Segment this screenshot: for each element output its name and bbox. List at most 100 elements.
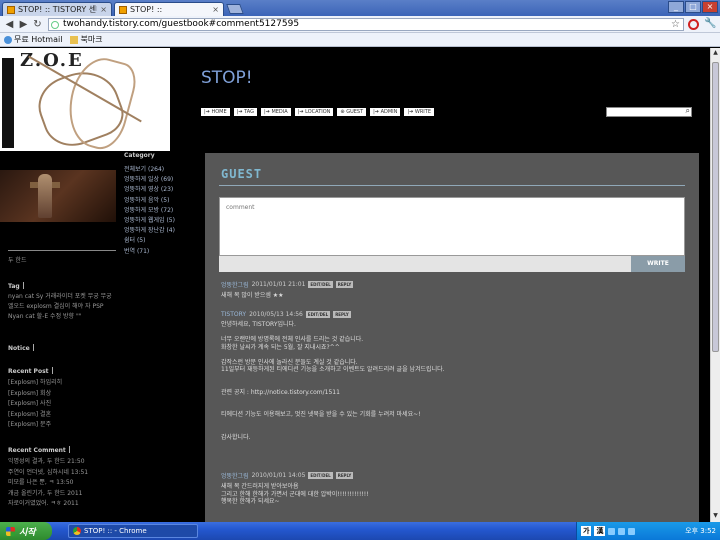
menu-location[interactable]: |➔ LOCATION	[294, 108, 334, 116]
maximize-icon[interactable]: □	[685, 1, 701, 13]
category-item[interactable]: 엉뚱하게 웹게임 (5)	[124, 216, 175, 226]
category-item[interactable]: 쉼터 (5)	[124, 236, 175, 246]
ime-indicator[interactable]: 가	[581, 526, 592, 536]
entry-date: 2010/05/13 14:56	[249, 311, 303, 318]
clock: 오후 3:52	[685, 527, 716, 535]
comment-input[interactable]	[220, 198, 684, 255]
edit-del-button[interactable]: EDIT/DEL	[308, 472, 333, 479]
recent-post-item[interactable]: [Explosm] 결혼	[8, 410, 62, 421]
reply-button[interactable]: REPLY	[335, 281, 354, 288]
recent-post-item[interactable]: [Explosm] 문주	[8, 420, 62, 431]
recent-comment-item[interactable]: 개금 올린기가, 두 한드 2011	[8, 489, 88, 500]
category-item[interactable]: 번역 (71)	[124, 247, 175, 257]
security-icon[interactable]	[628, 527, 636, 535]
windows-flag-icon	[6, 526, 15, 536]
start-label: 시작	[19, 527, 36, 538]
entry-date: 2010/01/01 14:05	[251, 472, 306, 479]
menu-tag[interactable]: |➔ TAG	[233, 108, 257, 116]
scrollbar-thumb[interactable]	[712, 62, 719, 352]
menu-guest[interactable]: ⊕ GUEST	[337, 108, 367, 116]
recent-post-title: Recent Post	[8, 367, 53, 375]
chrome-icon	[73, 527, 81, 535]
hotmail-icon	[4, 35, 12, 44]
entry-author[interactable]: 엉뚱한그림	[221, 280, 249, 289]
new-tab-button[interactable]	[226, 4, 244, 14]
category-item[interactable]: 엉뚱하게 모방 (72)	[124, 206, 175, 216]
sidebar-divider-label: 두 한드	[8, 257, 27, 264]
category-item[interactable]: 엉뚱하게 일상 (69)	[124, 175, 175, 185]
entry-author[interactable]: 엉뚱한그림	[221, 471, 249, 480]
scroll-up-icon[interactable]: ▲	[712, 49, 719, 58]
menu-label: ADMIN	[380, 109, 398, 115]
scroll-down-icon[interactable]: ▼	[712, 512, 719, 521]
menu-home[interactable]: |➔ HOME	[201, 108, 230, 116]
header-artwork: Z.O.E	[0, 48, 170, 151]
tab-stop[interactable]: STOP! :: ×	[114, 2, 224, 16]
artwork-side-strip	[2, 58, 14, 148]
tab-label: STOP! ::	[130, 5, 163, 14]
ime-hanja-indicator[interactable]: 漢	[594, 526, 606, 536]
recent-comment-item[interactable]: 미모를 나은 뿐, ㅋ 13:50	[8, 478, 88, 489]
menu-admin[interactable]: |➔ ADMIN	[370, 108, 401, 116]
category-list: 전체보기 (264) 엉뚱하게 일상 (69) 엉뚱하게 영상 (23) 엉뚱하…	[124, 165, 175, 257]
bookmarks-bar: 무료 Hotmail 북마크	[0, 33, 720, 47]
browser-titlebar: STOP! :: TISTORY 센터 × STOP! :: × _ □ ×	[0, 0, 720, 16]
close-tab-icon[interactable]: ×	[100, 5, 107, 14]
minimize-icon[interactable]: _	[668, 1, 684, 13]
category-item[interactable]: 엉뚱하게 장난감 (4)	[124, 226, 175, 236]
reload-icon[interactable]: ↻	[31, 18, 44, 31]
guestbook-entry: 엉뚱한그림 2010/01/01 14:05 EDIT/DEL REPLY 새해…	[221, 471, 685, 506]
category-item[interactable]: 엉뚱하게 음악 (5)	[124, 196, 175, 206]
forward-arrow-icon[interactable]: ▶	[17, 18, 30, 31]
category-item[interactable]: 전체보기 (264)	[124, 165, 175, 175]
wrench-icon[interactable]: 🔧	[704, 18, 716, 29]
recent-comment-item[interactable]: 익명성의 결과, 두 한드 21:50	[8, 457, 88, 468]
entry-author[interactable]: TISTORY	[221, 311, 246, 318]
recent-comment-item[interactable]: 주연이 언더넷, 심하시네 13:51	[8, 468, 88, 479]
entry-date: 2011/01/01 21:01	[251, 281, 306, 288]
address-bar[interactable]: twohandy.tistory.com/guestbook#comment51…	[48, 18, 684, 31]
back-arrow-icon[interactable]: ◀	[3, 18, 16, 31]
bookmark-label: 북마크	[80, 35, 103, 44]
bookmark-star-icon[interactable]: ☆	[671, 19, 680, 30]
window-controls: _ □ ×	[668, 1, 718, 13]
edit-del-button[interactable]: EDIT/DEL	[305, 311, 331, 318]
recent-post-item[interactable]: [Explosm] 사진	[8, 399, 62, 410]
url-text: twohandy.tistory.com/guestbook#comment51…	[63, 19, 300, 29]
write-button[interactable]: WRITE	[631, 256, 685, 272]
category-item[interactable]: 엉뚱하게 영상 (23)	[124, 185, 175, 195]
sidebar-divider	[8, 250, 116, 251]
close-window-icon[interactable]: ×	[702, 1, 718, 13]
menu-label: MEDIA	[271, 109, 288, 115]
recent-comment-item[interactable]: 자로이거였었어. ㅋㅎ 2011	[8, 499, 88, 510]
search-icon[interactable]: ⌕	[686, 106, 690, 116]
tab-tistory-center[interactable]: STOP! :: TISTORY 센터 ×	[2, 2, 112, 16]
page-content: Z.O.E STOP! |➔ HOME |➔ TAG |➔ MEDIA |➔ L…	[0, 48, 710, 522]
start-button[interactable]: 시작	[0, 522, 52, 540]
tag-cloud[interactable]: nyan cat Sy 거래라이더 포켓 무궁 무궁 엘오드 explosm 결…	[8, 292, 118, 322]
reply-button[interactable]: REPLY	[335, 472, 354, 479]
system-tray: 가 漢 오후 3:52	[576, 522, 720, 540]
close-tab-icon[interactable]: ×	[212, 5, 219, 14]
menu-write[interactable]: |➔ WRITE	[404, 108, 434, 116]
blog-title[interactable]: STOP!	[201, 68, 253, 88]
recent-post-item[interactable]: [Explosm] 하임리히	[8, 378, 62, 389]
recent-post-item[interactable]: [Explosm] 회상	[8, 389, 62, 400]
blog-search-input[interactable]: ⌕	[606, 106, 692, 117]
reply-button[interactable]: REPLY	[333, 311, 351, 318]
comment-box	[219, 197, 685, 256]
bookmark-label: 무료 Hotmail	[14, 35, 63, 44]
opera-icon[interactable]	[688, 19, 699, 30]
taskbar-chrome-window[interactable]: STOP! :: - Chrome	[68, 524, 198, 538]
menu-media[interactable]: |➔ MEDIA	[260, 108, 291, 116]
bookmark-folder[interactable]: 북마크	[70, 34, 103, 45]
volume-icon[interactable]	[618, 527, 626, 535]
menu-label: WRITE	[414, 109, 431, 115]
favicon-icon	[119, 5, 127, 14]
entry-body: 새해 복 많이 받으셈 ★★	[221, 292, 284, 299]
page-scrollbar[interactable]: ▲ ▼	[710, 48, 720, 522]
windows-taskbar: 시작 STOP! :: - Chrome 가 漢 오후 3:52	[0, 522, 720, 540]
network-icon[interactable]	[608, 527, 616, 535]
edit-del-button[interactable]: EDIT/DEL	[308, 281, 333, 288]
bookmark-hotmail[interactable]: 무료 Hotmail	[4, 34, 62, 45]
